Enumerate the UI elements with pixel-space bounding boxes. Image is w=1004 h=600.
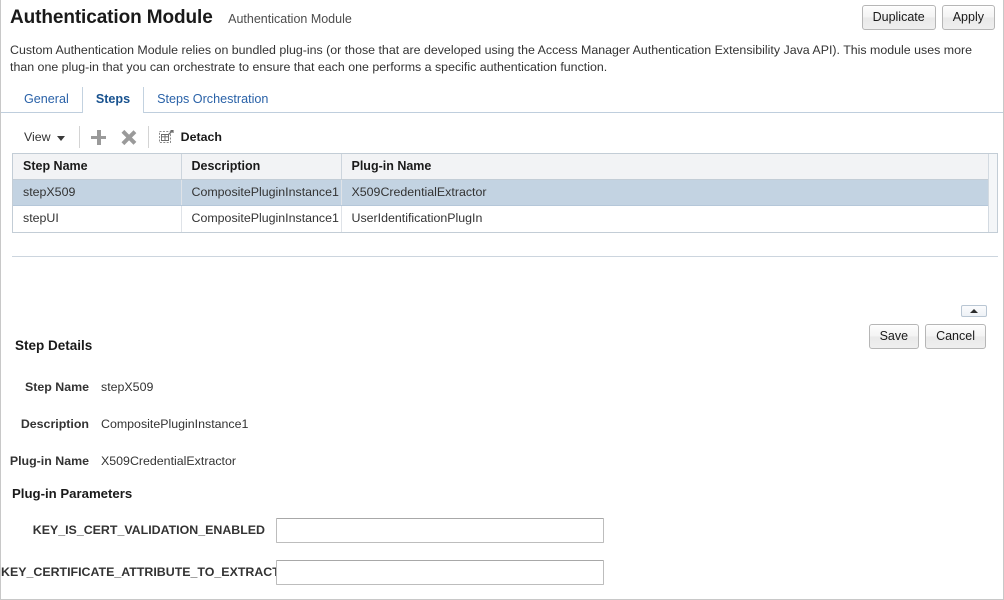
toolbar-separator-2 (147, 126, 149, 148)
cell-plugin-name: UserIdentificationPlugIn (351, 211, 483, 226)
value-plugin-name: X509CredentialExtractor (101, 453, 236, 468)
cell-step-name: stepX509 (13, 179, 182, 206)
step-details-header: Step Details Save Cancel (15, 323, 1003, 364)
tab-general[interactable]: General (10, 87, 83, 113)
delete-step-button[interactable] (114, 124, 144, 150)
header-actions: Duplicate Apply (861, 5, 995, 30)
detach-label: Detach (180, 130, 222, 144)
collapse-row (1, 304, 1003, 323)
tabs: General Steps Steps Orchestration (10, 87, 1003, 114)
detach-icon (158, 129, 174, 144)
authentication-module-page: Authentication Module Authentication Mod… (0, 0, 1004, 600)
steps-table: Step Name Description Plug-in Name stepX… (13, 154, 997, 232)
module-description: Custom Authentication Module relies on b… (10, 43, 972, 74)
input-key-certificate-attribute-to-extract[interactable] (276, 559, 604, 585)
field-description: Description CompositePluginInstance1 (1, 416, 1003, 432)
label-key-is-cert-validation-enabled: KEY_IS_CERT_VALIDATION_ENABLED (32, 523, 265, 537)
cell-description: CompositePluginInstance1 (181, 179, 342, 206)
field-step-name: Step Name stepX509 (1, 379, 1003, 395)
table-row[interactable]: stepUI CompositePluginInstance1 UserIden… (13, 205, 997, 232)
input-key-is-cert-validation-enabled[interactable] (276, 517, 604, 543)
label-plugin-name: Plug-in Name (9, 453, 89, 468)
label-description: Description (20, 416, 89, 431)
detach-button[interactable]: Detach (153, 126, 230, 148)
cell-description: CompositePluginInstance1 (181, 205, 342, 232)
tab-steps[interactable]: Steps (81, 87, 145, 114)
tab-bar: General Steps Steps Orchestration (1, 87, 1003, 114)
duplicate-button[interactable]: Duplicate (861, 5, 936, 30)
plugin-parameters-title: Plug-in Parameters (12, 485, 133, 501)
chevron-up-icon (970, 308, 978, 313)
page-header: Authentication Module Authentication Mod… (1, 0, 1003, 40)
table-toolbar: View Detach (12, 122, 997, 152)
section-divider (12, 255, 998, 257)
save-button[interactable]: Save (868, 323, 920, 349)
view-menu-button[interactable]: View (12, 126, 75, 148)
chevron-down-icon (56, 135, 65, 141)
label-key-certificate-attribute-to-extract: KEY_CERTIFICATE_ATTRIBUTE_TO_EXTRACT (1, 565, 280, 579)
column-header-description[interactable]: Description (181, 154, 342, 180)
cell-step-name: stepUI (13, 205, 182, 232)
collapse-panel-button[interactable] (961, 304, 987, 317)
table-row[interactable]: stepX509 CompositePluginInstance1 X509Cr… (13, 179, 997, 206)
table-vertical-scrollbar[interactable] (988, 154, 997, 232)
plus-icon (91, 129, 107, 145)
cancel-button[interactable]: Cancel (925, 323, 986, 349)
column-header-step-name[interactable]: Step Name (13, 154, 182, 180)
plugin-parameters-form: KEY_IS_CERT_VALIDATION_ENABLED KEY_CERTI… (1, 517, 1003, 585)
label-step-name: Step Name (24, 379, 89, 394)
column-header-plugin-name[interactable]: Plug-in Name (341, 154, 997, 180)
step-details-form: Step Name stepX509 Description Composite… (1, 379, 1003, 469)
table-header-row: Step Name Description Plug-in Name (13, 154, 997, 180)
step-details-actions: Save Cancel (868, 323, 986, 349)
step-details-title: Step Details (15, 337, 93, 353)
param-row-cert-validation: KEY_IS_CERT_VALIDATION_ENABLED (1, 517, 1003, 543)
x-icon (121, 130, 136, 145)
field-plugin-name: Plug-in Name X509CredentialExtractor (1, 453, 1003, 469)
toolbar-separator (78, 126, 80, 148)
page-subtitle: Authentication Module (228, 12, 352, 26)
cell-plugin-name: X509CredentialExtractor (341, 179, 997, 206)
tab-steps-orchestration[interactable]: Steps Orchestration (143, 87, 282, 113)
param-row-cert-attribute: KEY_CERTIFICATE_ATTRIBUTE_TO_EXTRACT (1, 559, 1003, 585)
steps-table-container: Step Name Description Plug-in Name stepX… (12, 153, 998, 233)
add-step-button[interactable] (84, 124, 114, 150)
value-description: CompositePluginInstance1 (101, 416, 249, 431)
apply-button[interactable]: Apply (941, 5, 995, 30)
page-title: Authentication Module (10, 7, 213, 28)
value-step-name: stepX509 (101, 379, 154, 394)
view-menu-label: View (24, 130, 51, 144)
